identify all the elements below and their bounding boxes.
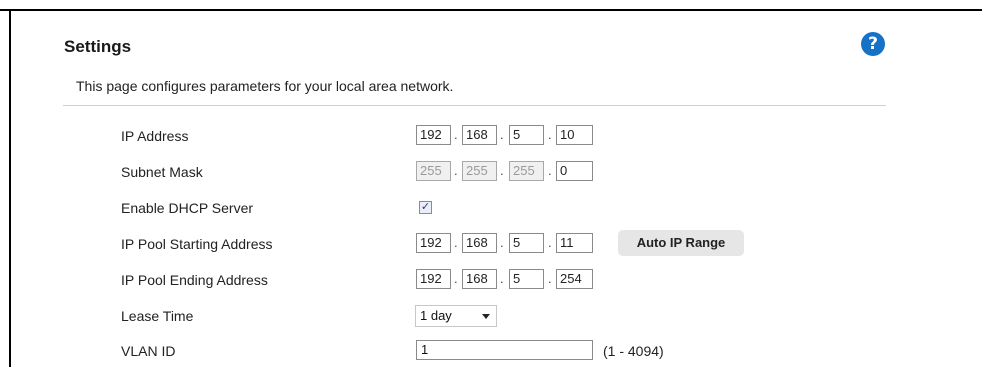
row-ip-address: IP Address 192 . 168 . 5 . 10: [0, 125, 982, 149]
pool-end-label: IP Pool Ending Address: [121, 272, 268, 288]
pool-end-octet-4[interactable]: 254: [556, 269, 593, 289]
mask-octet-1: 255: [416, 161, 451, 181]
pool-end-octet-1[interactable]: 192: [416, 269, 451, 289]
ip-octet-3[interactable]: 5: [509, 125, 544, 145]
lease-time-select[interactable]: 1 day: [415, 305, 497, 327]
vlan-id-label: VLAN ID: [121, 343, 176, 359]
subnet-mask-label: Subnet Mask: [121, 164, 203, 180]
vlan-id-range-hint: (1 - 4094): [603, 343, 664, 359]
help-icon[interactable]: ?: [861, 32, 885, 56]
mask-octet-3: 255: [509, 161, 544, 181]
pool-end-octet-2[interactable]: 168: [462, 269, 497, 289]
ip-address-label: IP Address: [121, 128, 189, 144]
row-pool-start: IP Pool Starting Address 192 . 168 . 5 .…: [0, 230, 982, 257]
pool-start-label: IP Pool Starting Address: [121, 236, 273, 252]
vlan-id-input[interactable]: 1: [416, 340, 593, 360]
octet-separator: .: [548, 163, 552, 178]
ip-octet-1[interactable]: 192: [416, 125, 451, 145]
chevron-down-icon: [482, 314, 490, 319]
page-title: Settings: [64, 37, 132, 56]
ip-octet-2[interactable]: 168: [462, 125, 497, 145]
divider: [63, 105, 886, 106]
lease-time-label: Lease Time: [121, 308, 194, 324]
octet-separator: .: [454, 127, 458, 142]
pool-end-octet-3[interactable]: 5: [509, 269, 544, 289]
enable-dhcp-label: Enable DHCP Server: [121, 200, 254, 216]
mask-octet-2: 255: [462, 161, 497, 181]
pool-start-octet-2[interactable]: 168: [462, 233, 497, 253]
octet-separator: .: [548, 127, 552, 142]
pool-start-octet-1[interactable]: 192: [416, 233, 451, 253]
octet-separator: .: [500, 127, 504, 142]
row-lease-time: Lease Time 1 day: [0, 305, 982, 329]
octet-separator: .: [454, 271, 458, 286]
pool-start-octet-4[interactable]: 11: [556, 233, 593, 253]
octet-separator: .: [454, 235, 458, 250]
row-subnet-mask: Subnet Mask 255 . 255 . 255 . 0: [0, 161, 982, 185]
row-enable-dhcp: Enable DHCP Server ✓: [0, 197, 982, 221]
octet-separator: .: [500, 235, 504, 250]
octet-separator: .: [548, 271, 552, 286]
mask-octet-4[interactable]: 0: [556, 161, 593, 181]
octet-separator: .: [454, 163, 458, 178]
enable-dhcp-checkbox[interactable]: ✓: [419, 201, 432, 214]
page-description: This page configures parameters for your…: [76, 78, 454, 94]
ip-octet-4[interactable]: 10: [556, 125, 593, 145]
row-vlan-id: VLAN ID 1 (1 - 4094): [0, 340, 982, 364]
lease-time-value: 1 day: [420, 308, 452, 323]
row-pool-end: IP Pool Ending Address 192 . 168 . 5 . 2…: [0, 269, 982, 293]
pool-start-octet-3[interactable]: 5: [509, 233, 544, 253]
octet-separator: .: [548, 235, 552, 250]
window-border-top: [0, 9, 982, 11]
octet-separator: .: [500, 163, 504, 178]
octet-separator: .: [500, 271, 504, 286]
auto-ip-range-button[interactable]: Auto IP Range: [618, 230, 744, 256]
